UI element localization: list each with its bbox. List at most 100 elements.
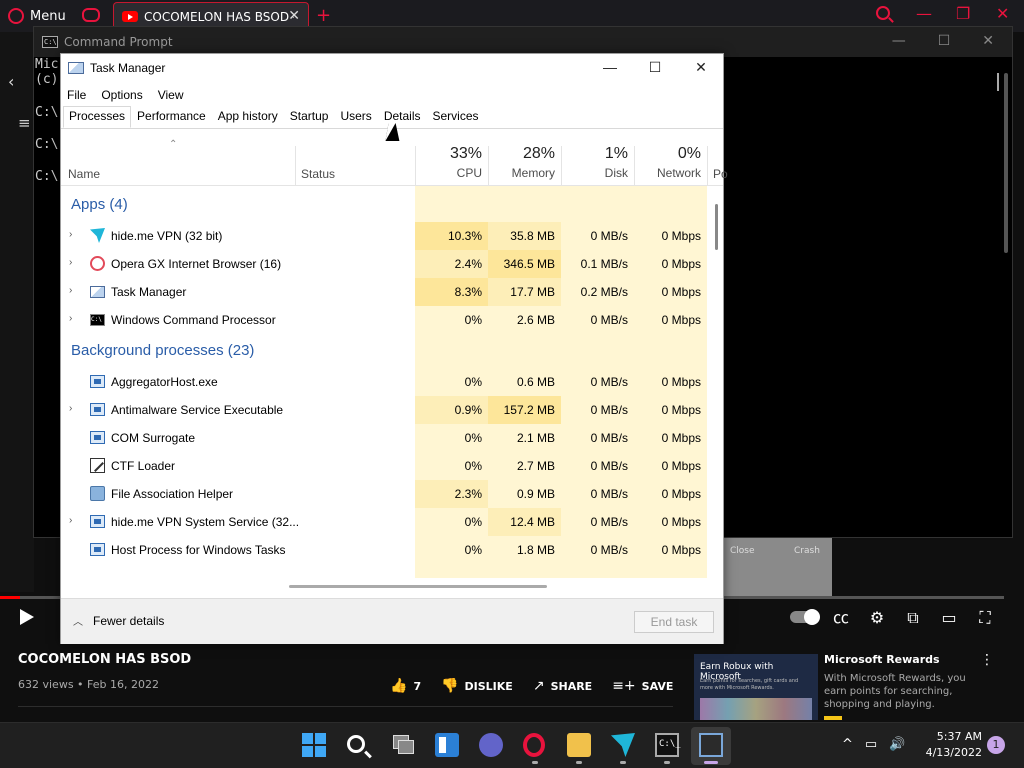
process-group-header[interactable]: Background processes (23) <box>71 342 254 359</box>
like-button[interactable]: 👍 7 <box>390 678 421 694</box>
expand-chevron-icon[interactable]: › <box>69 313 72 324</box>
tm-maximize-button[interactable]: ☐ <box>646 58 664 76</box>
expand-chevron-icon[interactable]: › <box>69 403 72 414</box>
taskbar-clock[interactable]: 5:37 AM 4/13/2022 <box>924 729 982 761</box>
menu-view[interactable]: View <box>158 88 184 102</box>
process-row[interactable]: › Opera GX Internet Browser (16) 2.4% 346.5… <box>61 250 709 278</box>
process-disk-value: 0 MB/s <box>590 515 628 529</box>
process-cpu-value: 10.3% <box>415 222 488 250</box>
expand-chevron-icon[interactable]: › <box>69 285 72 296</box>
opera-menu-button[interactable]: Menu <box>8 6 66 26</box>
ad-title[interactable]: Microsoft Rewards <box>824 653 940 666</box>
file-explorer-icon[interactable] <box>567 733 591 757</box>
process-row[interactable]: File Association Helper 2.3% 0.9 MB 0 MB/s 0… <box>61 480 709 508</box>
column-name[interactable]: Name <box>68 167 100 181</box>
process-row[interactable]: AggregatorHost.exe 0% 0.6 MB 0 MB/s 0 Mbps <box>61 368 709 396</box>
tm-close-button[interactable]: ✕ <box>692 58 710 76</box>
tab-performance[interactable]: Performance <box>131 106 212 128</box>
tab-processes[interactable]: Processes <box>63 106 132 128</box>
column-cpu[interactable]: 33% CPU <box>415 145 488 180</box>
process-cpu-value: 0.9% <box>415 396 488 424</box>
hideme-vpn-taskbar-icon[interactable] <box>611 733 635 757</box>
widgets-icon[interactable] <box>435 733 459 757</box>
tab-services[interactable]: Services <box>427 106 485 128</box>
task-manager-titlebar[interactable]: Task Manager — ☐ ✕ <box>61 54 723 84</box>
cmd-scrollbar-arrow[interactable] <box>997 73 999 91</box>
process-memory-value: 1.8 MB <box>516 543 555 557</box>
process-memory-value: 346.5 MB <box>488 250 561 278</box>
column-power-cut[interactable]: Po <box>713 167 728 181</box>
end-task-button[interactable]: End task <box>634 611 714 633</box>
fewer-details-button[interactable]: ︿ Fewer details <box>73 613 164 629</box>
menu-options[interactable]: Options <box>101 88 142 102</box>
browser-restore-button[interactable]: ❐ <box>956 4 970 23</box>
column-divider[interactable] <box>295 146 296 186</box>
miniplayer-icon[interactable]: ⧉ <box>904 609 922 627</box>
expand-chevron-icon[interactable]: › <box>69 257 72 268</box>
share-button[interactable]: ↗ SHARE <box>533 678 592 694</box>
tab-app-history[interactable]: App history <box>212 106 284 128</box>
network-icon[interactable]: ▭ <box>865 737 877 752</box>
teams-chat-icon[interactable] <box>479 733 503 757</box>
new-tab-button[interactable]: + <box>316 5 331 26</box>
browser-minimize-button[interactable]: — <box>916 4 932 23</box>
process-row[interactable]: Host Process for Windows Tasks 0% 1.8 MB 0 … <box>61 536 709 564</box>
process-group-header[interactable]: Apps (4) <box>71 196 128 213</box>
task-view-icon[interactable] <box>391 733 415 757</box>
hamburger-menu-icon[interactable]: ≡ <box>18 114 31 132</box>
process-row[interactable]: COM Surrogate 0% 2.1 MB 0 MB/s 0 Mbps <box>61 424 709 452</box>
volume-icon[interactable]: 🔊 <box>889 737 905 752</box>
browser-close-button[interactable]: ✕ <box>996 4 1009 23</box>
tm-minimize-button[interactable]: — <box>601 58 619 76</box>
notification-badge[interactable]: 1 <box>987 736 1005 754</box>
column-network[interactable]: 0% Network <box>634 145 707 180</box>
expand-chevron-icon[interactable]: › <box>69 229 72 240</box>
back-arrow-icon[interactable]: ‹ <box>8 72 14 91</box>
captions-icon[interactable]: ㏄ <box>832 609 850 627</box>
column-disk[interactable]: 1% Disk <box>561 145 634 180</box>
theater-mode-icon[interactable]: ▭ <box>940 609 958 627</box>
process-row[interactable]: › Task Manager 8.3% 17.7 MB 0.2 MB/s 0 Mbps <box>61 278 709 306</box>
fullscreen-icon[interactable]: ⛶ <box>976 609 994 627</box>
settings-gear-icon[interactable]: ⚙ <box>868 609 886 627</box>
ad-badge <box>824 716 842 720</box>
process-row[interactable]: CTF Loader 0% 2.7 MB 0 MB/s 0 Mbps <box>61 452 709 480</box>
process-memory-value: 0.6 MB <box>516 375 555 389</box>
tray-overflow-chevron-icon[interactable]: ^ <box>842 737 853 752</box>
process-row[interactable]: › hide.me VPN System Service (32... 0% 12.4… <box>61 508 709 536</box>
horizontal-scrollbar[interactable] <box>289 585 547 588</box>
process-network-value: 0 Mbps <box>661 313 701 327</box>
column-status[interactable]: Status <box>301 167 335 181</box>
vertical-scrollbar[interactable] <box>715 204 718 250</box>
expand-chevron-icon[interactable]: › <box>69 515 72 526</box>
cmd-minimize-button[interactable]: — <box>892 33 906 49</box>
play-button[interactable] <box>20 609 34 625</box>
process-row[interactable]: › C:\ Windows Command Processor 0% 2.6 MB 0 M… <box>61 306 709 334</box>
dislike-button[interactable]: 👎 DISLIKE <box>441 678 513 694</box>
process-row[interactable]: › Antimalware Service Executable 0.9% 157.2… <box>61 396 709 424</box>
windows-start-icon[interactable] <box>302 733 326 757</box>
cmd-close-button[interactable]: ✕ <box>982 33 994 49</box>
process-row[interactable]: › hide.me VPN (32 bit) 10.3% 35.8 MB 0 MB/s 0… <box>61 222 709 250</box>
opera-gx-taskbar-icon[interactable] <box>523 733 545 757</box>
tab-close-icon[interactable]: ✕ <box>288 8 300 24</box>
save-button[interactable]: ≡+ SAVE <box>612 678 673 694</box>
autoplay-toggle[interactable] <box>790 609 820 625</box>
ad-thumbnail[interactable]: Earn Robux with Microsoft Earn points fo… <box>694 654 818 720</box>
column-memory[interactable]: 28% Memory <box>488 145 561 180</box>
search-icon[interactable] <box>876 6 890 20</box>
browser-tab-title: COCOMELON HAS BSOD - <box>144 9 294 24</box>
taskbar-search-icon[interactable] <box>347 735 365 753</box>
column-divider[interactable] <box>707 146 708 186</box>
tab-users[interactable]: Users <box>334 106 377 128</box>
task-manager-taskbar-icon[interactable] <box>699 733 723 757</box>
process-disk-value: 0 MB/s <box>590 403 628 417</box>
tab-startup[interactable]: Startup <box>284 106 335 128</box>
command-prompt-taskbar-icon[interactable]: C:\_ <box>655 733 681 757</box>
menu-file[interactable]: File <box>67 88 86 102</box>
process-cpu-value: 0% <box>464 431 482 445</box>
gx-control-icon[interactable] <box>82 8 100 22</box>
cmd-maximize-button[interactable]: ☐ <box>938 33 951 49</box>
cmd-scrollbar[interactable] <box>1004 73 1008 253</box>
ad-more-icon[interactable]: ⋮ <box>980 652 994 668</box>
